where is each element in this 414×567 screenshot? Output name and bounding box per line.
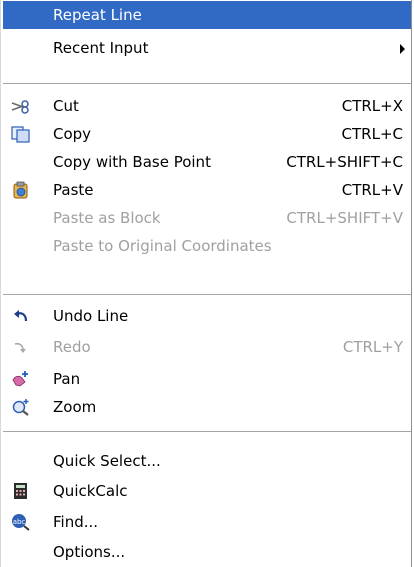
pan-hand-icon [11, 370, 31, 388]
menu-item-label: QuickCalc [53, 482, 128, 500]
submenu-arrow-icon [400, 44, 405, 54]
menu-item-redo[interactable]: Redo CTRL+Y [3, 333, 411, 361]
calculator-icon [11, 482, 31, 500]
menu-item-label: Undo Line [53, 307, 129, 325]
menu-item-label: Zoom [53, 398, 97, 416]
menu-item-label: Copy with Base Point [53, 153, 211, 171]
menu-item-shortcut: CTRL+SHIFT+C [286, 153, 403, 171]
menu-item-label: Cut [53, 97, 79, 115]
redo-icon [11, 338, 31, 356]
menu-separator [3, 431, 411, 432]
menu-item-cut[interactable]: Cut CTRL+X [3, 92, 411, 120]
menu-item-label: Paste as Block [53, 209, 161, 227]
menu-item-label: Redo [53, 338, 91, 356]
menu-item-label: Copy [53, 125, 92, 143]
menu-item-copy-with-base-point[interactable]: Copy with Base Point CTRL+SHIFT+C [3, 148, 411, 176]
undo-icon [11, 307, 31, 325]
find-icon: abc [11, 513, 31, 531]
menu-item-repeat-line[interactable]: Repeat Line [3, 1, 411, 29]
menu-item-label: Find... [53, 513, 99, 531]
menu-item-copy[interactable]: Copy CTRL+C [3, 120, 411, 148]
menu-separator [3, 83, 411, 84]
menu-item-shortcut: CTRL+Y [342, 338, 403, 356]
scissors-icon [11, 97, 31, 115]
menu-item-label: Paste to Original Coordinates [53, 237, 272, 255]
menu-item-paste-to-original-coordinates[interactable]: Paste to Original Coordinates [3, 232, 411, 260]
menu-item-label: Quick Select... [53, 452, 161, 470]
copy-icon [11, 125, 31, 143]
menu-item-label: Pan [53, 370, 81, 388]
paste-icon [11, 181, 31, 199]
menu-item-recent-input[interactable]: Recent Input [3, 34, 411, 62]
zoom-icon [11, 398, 31, 416]
menu-item-label: Options... [53, 543, 126, 561]
menu-item-shortcut: CTRL+C [341, 125, 403, 143]
menu-item-label: Repeat Line [53, 6, 142, 24]
menu-item-paste[interactable]: Paste CTRL+V [3, 176, 411, 204]
menu-item-find[interactable]: abc Find... [3, 508, 411, 536]
menu-item-zoom[interactable]: Zoom [3, 393, 411, 421]
menu-item-shortcut: CTRL+X [341, 97, 403, 115]
svg-text:abc: abc [13, 518, 26, 526]
menu-item-quick-select[interactable]: Quick Select... [3, 447, 411, 475]
menu-item-shortcut: CTRL+V [341, 181, 403, 199]
menu-item-pan[interactable]: Pan [3, 365, 411, 393]
menu-item-shortcut: CTRL+SHIFT+V [286, 209, 403, 227]
menu-item-label: Paste [53, 181, 94, 199]
menu-item-options[interactable]: Options... [3, 538, 411, 566]
menu-item-quickcalc[interactable]: QuickCalc [3, 477, 411, 505]
menu-item-paste-as-block[interactable]: Paste as Block CTRL+SHIFT+V [3, 204, 411, 232]
menu-item-label: Recent Input [53, 39, 149, 57]
menu-separator [3, 294, 411, 295]
context-menu: Repeat Line Recent Input Cut CTRL+X Copy [0, 0, 412, 567]
menu-item-undo-line[interactable]: Undo Line [3, 302, 411, 330]
